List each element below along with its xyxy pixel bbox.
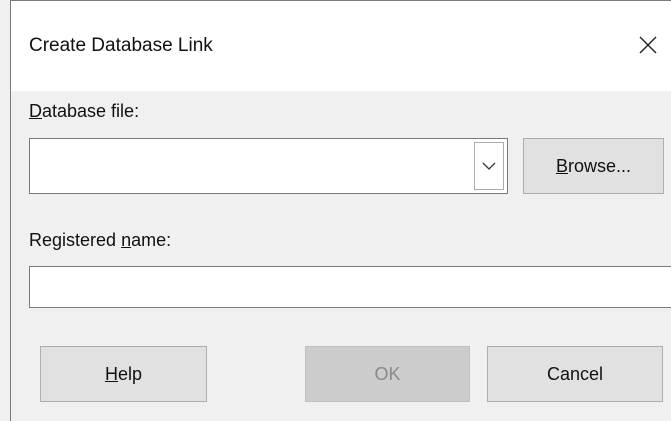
help-button-mnemonic: H [104,363,118,384]
registered-name-input[interactable] [29,266,671,308]
registered-name-label-after: ame: [131,230,172,250]
browse-button-label: rowse... [567,155,632,176]
registered-name-label-mnemonic: n [121,230,132,250]
close-icon [639,36,657,54]
browse-button-mnemonic: B [555,155,568,176]
create-database-link-dialog: Create Database Link Database file: Brow… [10,0,671,421]
registered-name-label: Registered name: [29,230,171,251]
cancel-button-label: Cancel [546,363,604,384]
database-file-label: Database file: [29,101,139,122]
help-button-label: elp [117,363,143,384]
title-bar: Create Database Link [11,1,671,91]
cancel-button[interactable]: Cancel [487,346,663,402]
browse-button[interactable]: Browse... [523,138,664,194]
close-button[interactable] [625,23,671,67]
database-file-label-text: atabase file: [42,101,140,121]
dialog-title: Create Database Link [29,35,213,56]
database-file-label-mnemonic: D [29,101,42,121]
database-file-dropdown-button[interactable] [474,142,504,190]
registered-name-label-before: Registered [29,230,122,250]
database-file-combobox[interactable] [29,138,508,194]
chevron-down-icon [482,162,496,170]
ok-button-label: OK [374,363,401,384]
ok-button[interactable]: OK [305,346,470,402]
help-button[interactable]: Help [40,346,207,402]
